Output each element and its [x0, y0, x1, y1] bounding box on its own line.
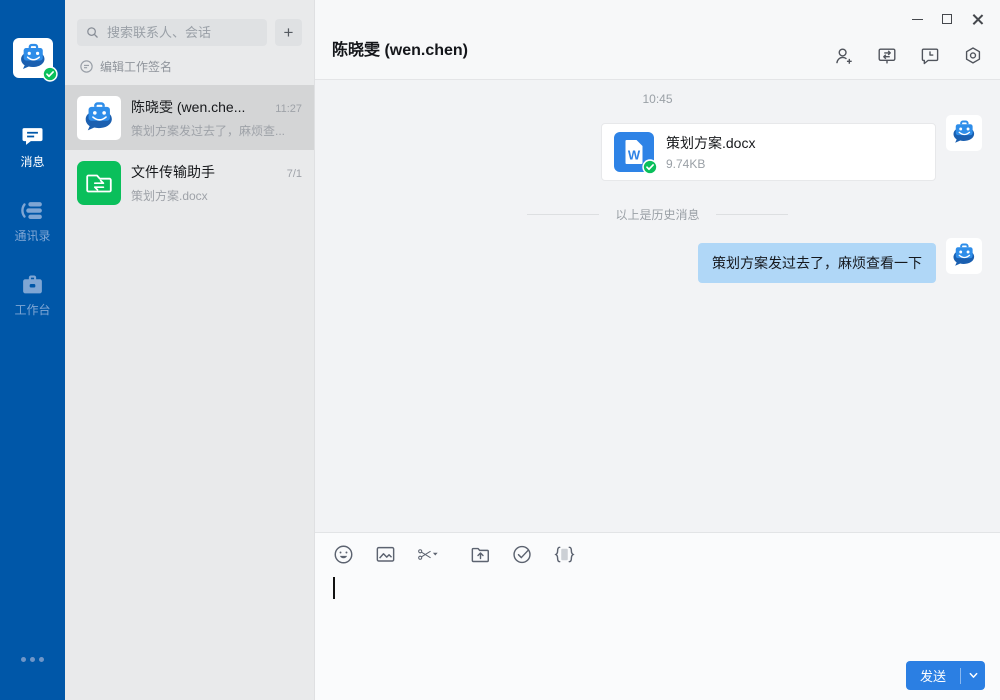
chevron-down-icon	[968, 670, 979, 681]
message-input[interactable]	[315, 566, 1000, 636]
chat-preview: 策划方案.docx	[131, 187, 302, 204]
chat-avatar	[77, 96, 121, 140]
screenshot-scissors-icon	[416, 543, 439, 566]
header-actions	[833, 45, 984, 67]
wecom-logo-icon	[949, 118, 979, 148]
window-controls	[902, 8, 992, 30]
send-options-button[interactable]	[961, 670, 985, 681]
nav-label-workbench: 工作台	[14, 301, 50, 318]
chat-item-file-transfer[interactable]: 文件传输助手 7/1 策划方案.docx	[65, 150, 314, 215]
text-message-row: 策划方案发过去了，麻烦查看一下	[333, 238, 982, 283]
composer: 发送	[315, 532, 1000, 700]
chat-history-button[interactable]	[919, 45, 941, 67]
chat-name: 文件传输助手	[131, 162, 281, 182]
nav-item-workbench[interactable]: 工作台	[14, 272, 50, 318]
minimize-button[interactable]	[902, 8, 932, 30]
code-snippet-icon	[553, 543, 576, 566]
chat-time: 11:27	[275, 103, 302, 115]
settings-button[interactable]	[962, 45, 984, 67]
send-button[interactable]: 发送	[906, 661, 985, 690]
screen-share-button[interactable]	[876, 45, 898, 67]
chat-list-panel: + 编辑工作签名 陈晓雯 (wen.che... 11:27 策划方案发过去了，…	[65, 0, 315, 700]
snippet-button[interactable]	[553, 543, 576, 566]
online-check-badge-icon	[42, 66, 58, 82]
sender-avatar[interactable]	[946, 115, 982, 151]
chat-time: 7/1	[287, 168, 302, 180]
edit-signature[interactable]: 编辑工作签名	[65, 56, 314, 85]
screenshot-button[interactable]	[416, 543, 450, 566]
message-timestamp: 10:45	[333, 92, 982, 106]
history-divider: 以上是历史消息	[333, 206, 982, 223]
conversation-title: 陈晓雯 (wen.chen)	[332, 36, 468, 60]
wecom-logo-icon	[949, 241, 979, 271]
more-dots-icon	[21, 657, 26, 662]
conversation-header: 陈晓雯 (wen.chen)	[315, 0, 1000, 80]
chat-avatar	[77, 161, 121, 205]
signature-label: 编辑工作签名	[100, 58, 172, 75]
nav-label-contacts: 通讯录	[14, 227, 50, 244]
message-bubble[interactable]: 策划方案发过去了，麻烦查看一下	[698, 243, 936, 283]
add-member-button[interactable]	[833, 45, 855, 67]
sender-avatar[interactable]	[946, 238, 982, 274]
file-message-card[interactable]: W 策划方案.docx 9.74KB	[601, 123, 936, 181]
message-area: 10:45 W 策划方案.docx 9.74KB	[315, 80, 1000, 532]
history-divider-label: 以上是历史消息	[615, 206, 699, 223]
send-file-button[interactable]	[469, 543, 492, 566]
plus-icon: +	[284, 23, 294, 43]
search-input[interactable]	[107, 25, 259, 40]
conversation-pane: 陈晓雯 (wen.chen)	[315, 0, 1000, 700]
emoji-button[interactable]	[332, 543, 355, 566]
check-circle-icon	[511, 543, 534, 566]
sent-check-badge-icon	[642, 159, 658, 175]
file-message-row: W 策划方案.docx 9.74KB	[333, 115, 982, 181]
signature-icon	[79, 59, 94, 74]
add-member-icon	[833, 45, 855, 67]
search-icon	[85, 25, 100, 40]
workbench-icon	[20, 272, 45, 297]
chat-item-chenxiaowen[interactable]: 陈晓雯 (wen.che... 11:27 策划方案发过去了，麻烦查...	[65, 85, 314, 150]
file-name: 策划方案.docx	[666, 133, 755, 153]
text-caret	[333, 577, 335, 599]
create-chat-button[interactable]: +	[275, 19, 302, 46]
chat-items: 陈晓雯 (wen.che... 11:27 策划方案发过去了，麻烦查...	[65, 85, 314, 700]
chat-name: 陈晓雯 (wen.che...	[131, 97, 269, 117]
file-transfer-icon	[77, 161, 121, 205]
maximize-icon	[942, 14, 952, 24]
screen-share-icon	[876, 45, 898, 67]
more-menu-button[interactable]	[21, 657, 44, 662]
composer-toolbar	[315, 533, 1000, 566]
wecom-logo-icon	[80, 99, 118, 137]
close-icon	[972, 14, 983, 25]
settings-icon	[962, 45, 984, 67]
chat-preview: 策划方案发过去了，麻烦查...	[131, 122, 302, 139]
file-size: 9.74KB	[666, 157, 755, 171]
app-sidebar: 消息 通讯录 工作台	[0, 0, 65, 700]
contacts-icon	[20, 198, 45, 223]
minimize-icon	[912, 19, 923, 20]
send-label: 发送	[906, 666, 960, 685]
sidebar-nav: 消息 通讯录 工作台	[14, 124, 50, 346]
emoji-icon	[332, 543, 355, 566]
messages-icon	[20, 124, 45, 149]
svg-text:W: W	[628, 148, 641, 163]
chat-history-icon	[919, 45, 941, 67]
nav-item-contacts[interactable]: 通讯录	[14, 198, 50, 244]
send-file-icon	[469, 543, 492, 566]
search-box[interactable]	[77, 19, 267, 46]
image-button[interactable]	[374, 543, 397, 566]
maximize-button[interactable]	[932, 8, 962, 30]
search-row: +	[65, 0, 314, 56]
nav-item-messages[interactable]: 消息	[20, 124, 45, 170]
nav-label-messages: 消息	[20, 153, 44, 170]
wecom-window: 消息 通讯录 工作台	[0, 0, 1000, 700]
todo-check-button[interactable]	[511, 543, 534, 566]
close-button[interactable]	[962, 8, 992, 30]
image-icon	[374, 543, 397, 566]
my-avatar[interactable]	[13, 38, 53, 78]
